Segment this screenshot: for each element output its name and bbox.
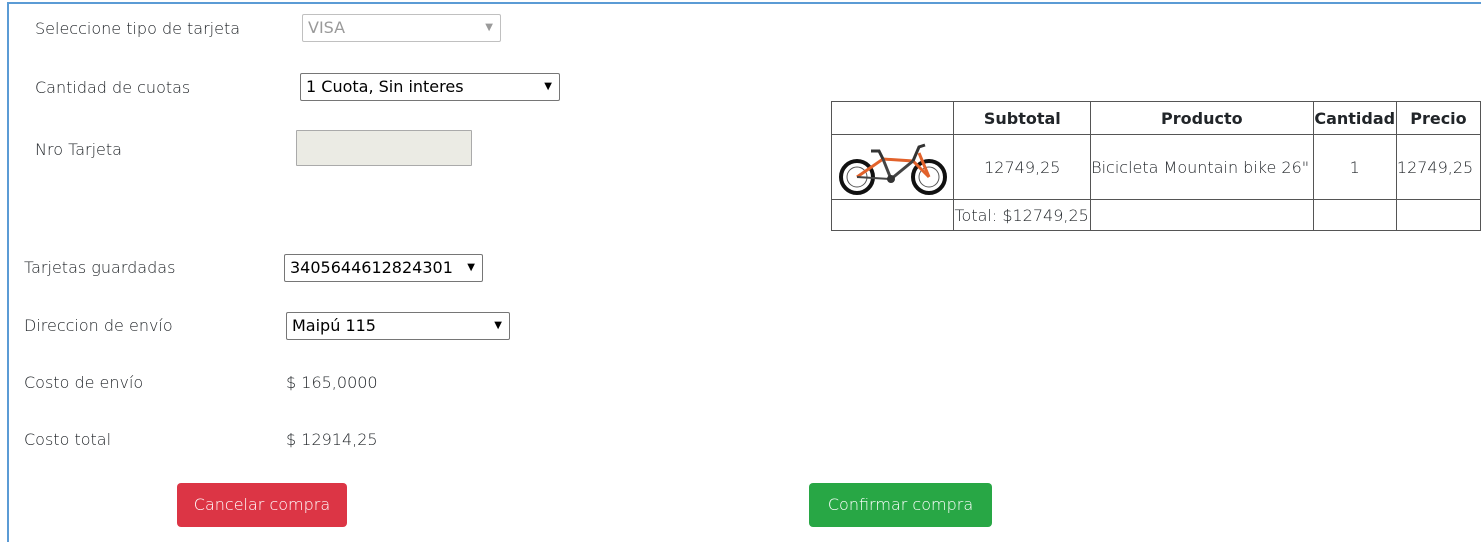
page-frame xyxy=(7,2,1481,542)
installments-value: 1 Cuota, Sin interes xyxy=(306,77,464,96)
confirm-purchase-button[interactable]: Confirmar compra xyxy=(809,483,992,527)
quantity-cell: 1 xyxy=(1312,134,1397,200)
cart-table: Subtotal Producto Cantidad Precio 12749,… xyxy=(830,101,1481,231)
saved-cards-value: 3405644612824301 xyxy=(290,258,453,277)
shipping-cost-label: Costo de envío xyxy=(24,373,144,392)
empty-cell xyxy=(1312,199,1397,231)
cart-total-row: Total: $12749,25 xyxy=(830,199,1481,231)
cart-total: Total: $12749,25 xyxy=(953,199,1092,231)
chevron-down-icon: ▼ xyxy=(485,22,493,33)
installments-label: Cantidad de cuotas xyxy=(35,78,191,97)
shipping-cost-value: $ 165,0000 xyxy=(286,373,378,392)
shipping-address-label: Direccion de envío xyxy=(24,316,173,335)
product-cell: Bicicleta Mountain bike 26" xyxy=(1090,134,1314,200)
product-image-cell xyxy=(830,134,955,200)
shipping-address-value: Maipú 115 xyxy=(292,316,376,335)
card-number-input[interactable] xyxy=(296,130,472,166)
empty-cell xyxy=(830,199,955,231)
header-quantity: Cantidad xyxy=(1312,101,1397,135)
saved-cards-label: Tarjetas guardadas xyxy=(24,258,176,277)
saved-cards-select[interactable]: 3405644612824301 ▼ xyxy=(284,254,483,282)
shipping-address-select[interactable]: Maipú 115 ▼ xyxy=(286,312,510,340)
header-subtotal: Subtotal xyxy=(953,101,1092,135)
header-price: Precio xyxy=(1395,101,1481,135)
header-product: Producto xyxy=(1090,101,1314,135)
card-type-select[interactable]: VISA ▼ xyxy=(302,14,501,42)
price-cell: 12749,25 xyxy=(1395,134,1481,200)
subtotal-cell: 12749,25 xyxy=(953,134,1092,200)
card-type-value: VISA xyxy=(308,18,346,37)
card-number-label: Nro Tarjeta xyxy=(35,140,122,159)
chevron-down-icon: ▼ xyxy=(494,320,502,331)
empty-cell xyxy=(1395,199,1481,231)
chevron-down-icon: ▼ xyxy=(467,262,475,273)
header-image xyxy=(830,101,955,135)
empty-cell xyxy=(1090,199,1314,231)
table-row: 12749,25 Bicicleta Mountain bike 26" 1 1… xyxy=(830,134,1481,200)
card-type-label: Seleccione tipo de tarjeta xyxy=(35,19,241,38)
bicycle-image xyxy=(838,143,947,195)
installments-select[interactable]: 1 Cuota, Sin interes ▼ xyxy=(300,73,560,101)
total-cost-value: $ 12914,25 xyxy=(286,430,378,449)
chevron-down-icon: ▼ xyxy=(544,81,552,92)
cancel-purchase-button[interactable]: Cancelar compra xyxy=(177,483,347,527)
total-cost-label: Costo total xyxy=(24,430,112,449)
cart-header-row: Subtotal Producto Cantidad Precio xyxy=(830,101,1481,135)
